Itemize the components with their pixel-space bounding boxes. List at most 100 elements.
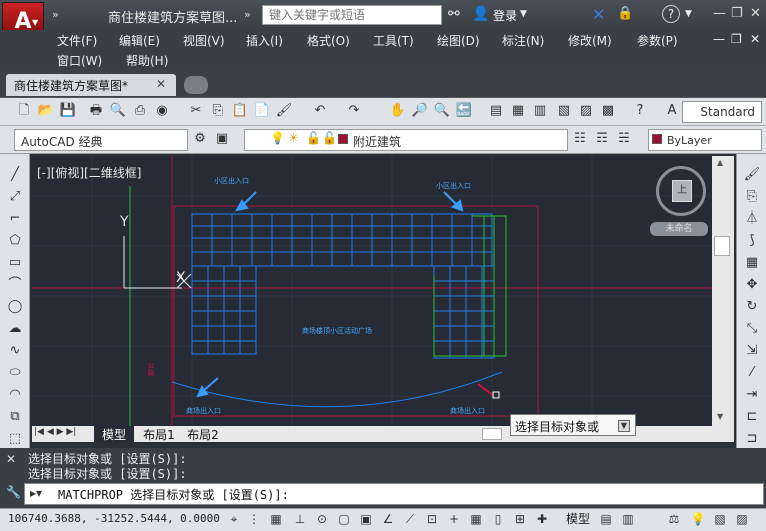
cut-icon[interactable]: ✂ <box>186 101 206 121</box>
construction-line-icon[interactable]: ⤢ <box>6 188 24 206</box>
clean-screen-icon[interactable]: ▨ <box>734 511 750 527</box>
transparency-icon[interactable]: ▦ <box>468 511 484 527</box>
help-toolbar-icon[interactable]: ? <box>630 101 650 121</box>
layer-previous-icon[interactable]: ☶ <box>592 129 612 149</box>
break-icon[interactable]: ⊏ <box>743 408 761 426</box>
menu-insert[interactable]: 插入(I) <box>246 32 283 49</box>
make-block-icon[interactable]: ⬚ <box>6 430 24 448</box>
tab-close-icon[interactable]: ✕ <box>156 77 166 91</box>
layer-state-icon[interactable]: ☵ <box>614 129 634 149</box>
title-overflow-icon[interactable]: » <box>244 8 251 21</box>
revision-cloud-icon[interactable]: ☁ <box>6 320 24 338</box>
command-close-icon[interactable]: ✕ <box>6 452 16 466</box>
move-icon[interactable]: ✥ <box>743 276 761 294</box>
plot-icon[interactable]: ⎙ <box>130 101 150 121</box>
vertical-scrollbar[interactable]: ▲ ▼ <box>712 156 734 426</box>
print-icon[interactable]: 🖶 <box>86 101 106 121</box>
zoom-realtime-icon[interactable]: 🔎 <box>410 101 430 121</box>
menu-tools[interactable]: 工具(T) <box>373 32 414 49</box>
menu-file[interactable]: 文件(F) <box>57 32 97 49</box>
new-tab-button[interactable] <box>184 76 208 94</box>
polar-tracking-icon[interactable]: ⊙ <box>314 511 330 527</box>
properties-icon[interactable]: ▤ <box>486 101 506 121</box>
user-icon[interactable]: 👤 <box>472 6 489 22</box>
model-space-button[interactable]: 模型 <box>566 510 590 527</box>
stretch-icon[interactable]: ⇲ <box>743 342 761 360</box>
close-window-icon[interactable]: ✕ <box>750 6 761 21</box>
insert-block-icon[interactable]: ⧉ <box>6 408 24 426</box>
doc-restore-icon[interactable]: ❐ <box>731 32 742 46</box>
drawing-canvas[interactable] <box>32 156 712 426</box>
make-current-layer-icon[interactable]: ☷ <box>570 129 590 149</box>
selection-cycling-icon[interactable]: ⊞ <box>512 511 528 527</box>
hardware-acceleration-icon[interactable]: ▧ <box>712 511 728 527</box>
quick-view-drawings-icon[interactable]: ▥ <box>620 511 636 527</box>
scale-icon[interactable]: ⤡ <box>743 320 761 338</box>
ellipse-icon[interactable]: ⬭ <box>6 364 24 382</box>
polyline-icon[interactable]: ⌐ <box>6 210 24 228</box>
print-preview-icon[interactable]: 🔍 <box>108 101 128 121</box>
arc-icon[interactable]: ⌒ <box>6 276 24 294</box>
new-file-icon[interactable]: 🗋 <box>14 101 34 121</box>
exchange-icon[interactable]: ✕ <box>592 5 605 24</box>
scroll-up-icon[interactable]: ▲ <box>717 158 723 167</box>
paste-icon[interactable]: 📋 <box>230 101 250 121</box>
menu-help[interactable]: 帮助(H) <box>126 52 168 69</box>
workspace-select[interactable]: AutoCAD 经典 <box>14 129 188 151</box>
ortho-mode-icon[interactable]: ⊥ <box>292 511 308 527</box>
markup-icon[interactable]: ▨ <box>576 101 596 121</box>
app-menu-arrow-icon[interactable]: ▼ <box>32 18 38 27</box>
annotation-scale-icon[interactable]: ⚖ <box>666 511 682 527</box>
menu-parametric[interactable]: 参数(P) <box>637 32 678 49</box>
ucs-menu[interactable]: 未命名 <box>650 222 708 236</box>
trim-icon[interactable]: ⁄ <box>743 364 761 382</box>
grid-display-icon[interactable]: ▦ <box>268 511 284 527</box>
layer-lock-icon[interactable]: 🔓 <box>306 131 321 145</box>
layer-on-icon[interactable]: 💡 <box>270 131 285 145</box>
menu-edit[interactable]: 编辑(E) <box>119 32 160 49</box>
snap-mode-icon[interactable]: ⋮ <box>246 511 262 527</box>
mirror-icon[interactable]: ⏃ <box>743 210 761 228</box>
horizontal-scroll-thumb[interactable] <box>482 428 502 440</box>
menu-format[interactable]: 格式(O) <box>307 32 350 49</box>
tab-layout2[interactable]: 布局2 <box>182 426 224 442</box>
lineweight-icon[interactable]: + <box>446 511 462 527</box>
tab-model[interactable]: 模型 <box>94 426 134 442</box>
binoculars-icon[interactable]: ⚯ <box>448 6 460 22</box>
quick-view-layouts-icon[interactable]: ▤ <box>598 511 614 527</box>
menu-dimension[interactable]: 标注(N) <box>502 32 544 49</box>
erase-icon[interactable]: 🖌 <box>743 166 761 184</box>
undo-icon[interactable]: ↶ <box>310 101 330 121</box>
text-style-icon[interactable]: A <box>662 101 682 121</box>
layer-lock-vp-icon[interactable]: 🔓 <box>322 131 337 145</box>
rectangle-icon[interactable]: ▭ <box>6 254 24 272</box>
doc-close-icon[interactable]: ✕ <box>750 32 760 46</box>
array-icon[interactable]: ▦ <box>743 254 761 272</box>
layer-freeze-icon[interactable]: ☀ <box>288 131 299 145</box>
command-prompt-icon[interactable]: ▸▾ <box>30 486 42 500</box>
quick-access-overflow-icon[interactable]: » <box>52 8 59 21</box>
tab-layout1[interactable]: 布局1 <box>138 426 180 442</box>
login-button[interactable]: 登录 <box>493 7 517 24</box>
object-snap-icon[interactable]: ▢ <box>336 511 352 527</box>
menu-window[interactable]: 窗口(W) <box>57 52 102 69</box>
match-properties-icon[interactable]: 🖌 <box>274 101 294 121</box>
copy-object-icon[interactable]: ⎘ <box>743 188 761 206</box>
search-input[interactable] <box>262 5 442 25</box>
calculator-icon[interactable]: ▩ <box>598 101 618 121</box>
design-center-icon[interactable]: ▦ <box>508 101 528 121</box>
menu-modify[interactable]: 修改(M) <box>568 32 612 49</box>
pan-icon[interactable]: ✋ <box>388 101 408 121</box>
isolate-objects-icon[interactable]: 💡 <box>690 511 706 527</box>
ellipse-arc-icon[interactable]: ◠ <box>6 386 24 404</box>
spline-icon[interactable]: ∿ <box>6 342 24 360</box>
circle-icon[interactable]: ◯ <box>6 298 24 316</box>
save-icon[interactable]: 💾 <box>58 101 78 121</box>
join-icon[interactable]: ⊐ <box>743 430 761 448</box>
paste-special-icon[interactable]: 📄 <box>252 101 272 121</box>
object-snap-tracking-icon[interactable]: ∠ <box>380 511 396 527</box>
extend-icon[interactable]: ⇥ <box>743 386 761 404</box>
annotation-monitor-icon[interactable]: ✚ <box>534 511 550 527</box>
vertical-scroll-thumb[interactable] <box>714 236 730 256</box>
scroll-down-icon[interactable]: ▼ <box>717 412 723 421</box>
